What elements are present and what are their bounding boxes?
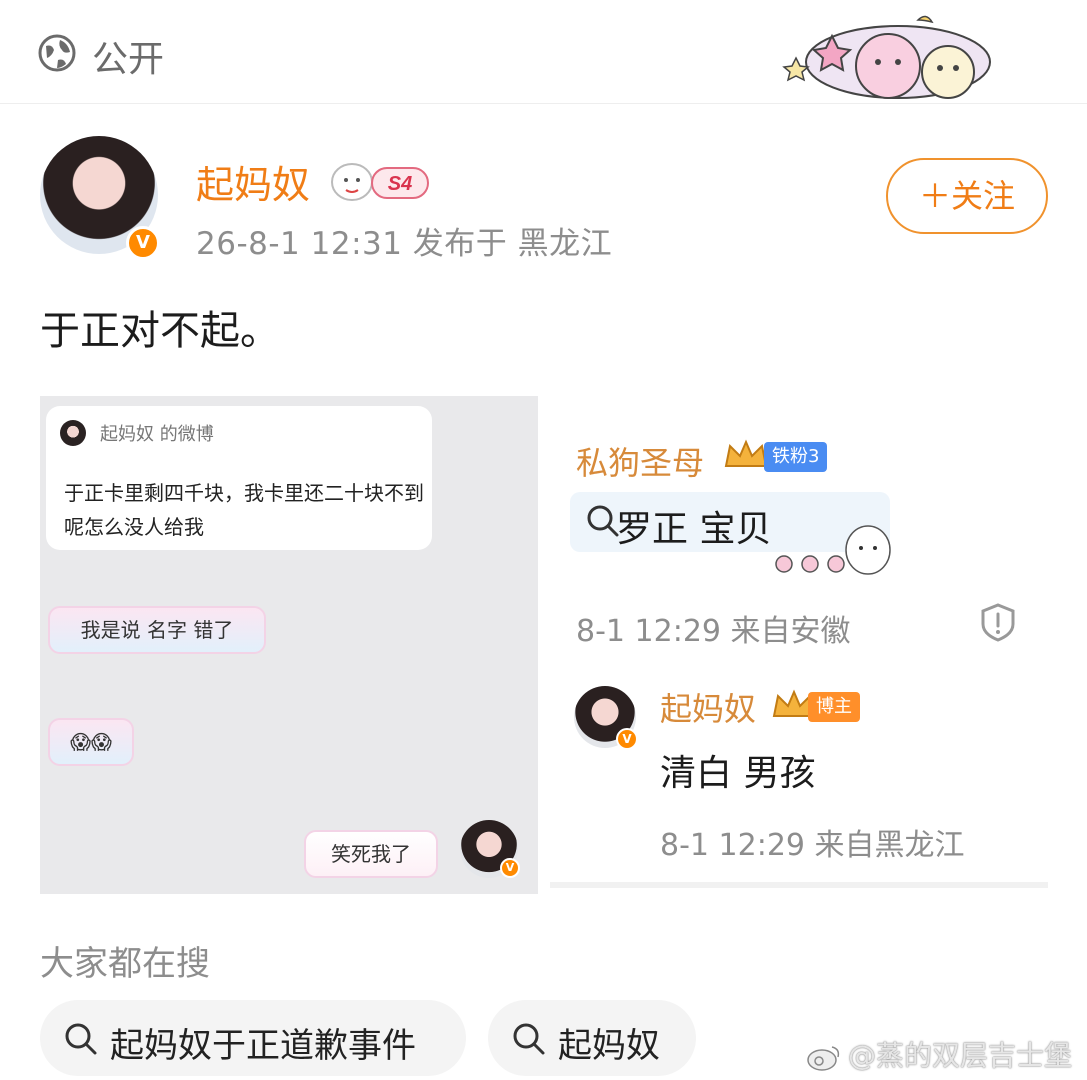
verified-badge-icon: V	[126, 226, 160, 260]
comment-meta: 8-1 12:29 来自安徽	[576, 614, 851, 649]
chat-bubble: 😱😱	[48, 718, 134, 766]
post-image-left[interactable]: 起妈奴 的微博 于正卡里剩四千块，我卡里还二十块不到呢怎么没人给我 我是说 名字…	[40, 396, 538, 894]
comment-text: 清白 男孩	[660, 753, 816, 794]
cute-cat-sticker-icon	[782, 15, 991, 99]
visibility-label: 公开	[92, 39, 165, 80]
trending-chip-label: 起妈奴于正道歉事件	[110, 1026, 416, 1066]
card-body: 于正卡里剩四千块，我卡里还二十块不到呢怎么没人给我	[64, 481, 424, 539]
author-avatar[interactable]: V	[34, 126, 164, 262]
chat-bubble: 笑死我了	[304, 830, 438, 878]
search-icon	[587, 505, 619, 537]
follow-button[interactable]: ＋关注	[886, 158, 1048, 234]
divider	[550, 882, 1048, 888]
card-title: 起妈奴 的微博	[100, 424, 214, 445]
level-badge-icon: S4	[331, 163, 429, 201]
trending-chip[interactable]: 起妈奴	[488, 1000, 696, 1076]
report-icon	[981, 603, 1015, 642]
globe-icon	[38, 34, 76, 72]
comment-text: 罗正 宝贝	[616, 509, 772, 550]
verified-badge-icon: V	[616, 728, 638, 750]
post-image-right[interactable]: 私狗圣母 铁粉3 罗正 宝贝 8-1 12:29 来自安徽 V 起妈奴 博主 清…	[550, 396, 1048, 894]
level-badge-text: S4	[388, 173, 412, 195]
chat-bubble: 我是说 名字 错了	[48, 606, 266, 654]
watermark: @蒸的双层吉士堡	[806, 1034, 1072, 1074]
verified-badge-icon: V	[500, 858, 520, 878]
author-badge: 博主	[808, 692, 860, 722]
fan-badge: 铁粉3	[764, 442, 828, 472]
visibility-bar: 公开	[0, 0, 1087, 104]
search-icon	[513, 1023, 545, 1055]
quoted-weibo-card: 起妈奴 的微博 于正卡里剩四千块，我卡里还二十块不到呢怎么没人给我	[46, 406, 432, 550]
commenter-name: 私狗圣母	[576, 444, 705, 482]
commenter-name: 起妈奴	[660, 690, 757, 728]
avatar	[60, 420, 86, 446]
cat-sticker-icon	[775, 525, 891, 575]
trending-title: 大家都在搜	[40, 944, 210, 984]
post-meta: 26-8-1 12:31 发布于 黑龙江	[196, 226, 613, 262]
weibo-logo-icon	[807, 1046, 840, 1071]
post-text: 于正对不起。	[40, 308, 280, 354]
author-name[interactable]: 起妈奴	[196, 154, 310, 209]
watermark-text: @蒸的双层吉士堡	[848, 1039, 1073, 1072]
search-icon	[65, 1023, 97, 1055]
comment-meta: 8-1 12:29 来自黑龙江	[660, 828, 965, 863]
trending-chip[interactable]: 起妈奴于正道歉事件	[40, 1000, 466, 1076]
trending-chip-label: 起妈奴	[558, 1026, 660, 1066]
